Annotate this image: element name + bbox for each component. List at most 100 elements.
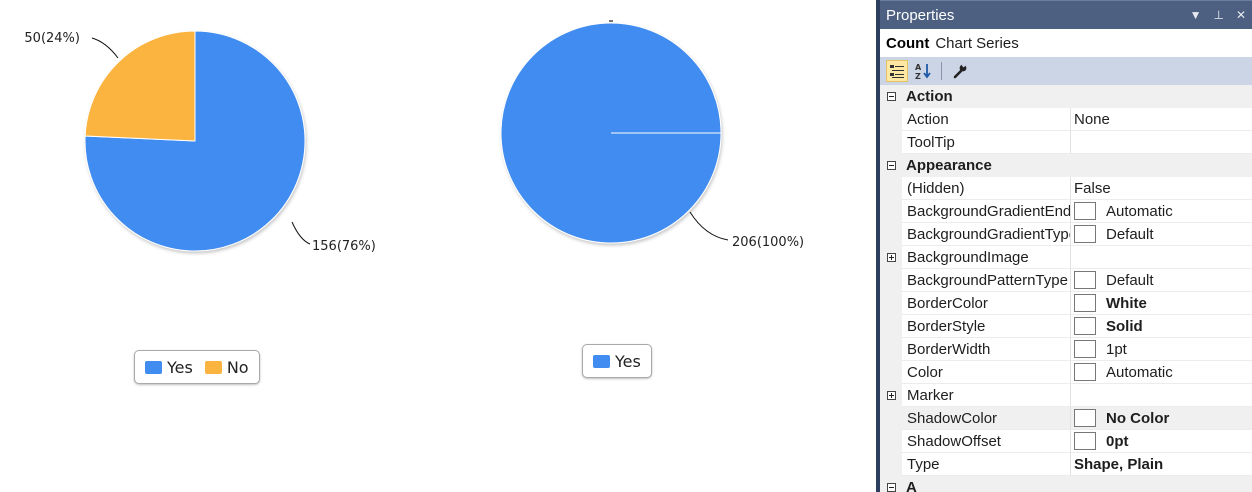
property-row[interactable]: BackgroundPatternType Default bbox=[880, 269, 1252, 292]
color-swatch bbox=[1074, 202, 1096, 220]
color-swatch bbox=[1074, 271, 1096, 289]
expand-icon[interactable] bbox=[886, 253, 896, 262]
legend-item: Yes bbox=[593, 352, 641, 371]
pie-1 bbox=[84, 30, 306, 252]
collapse-icon[interactable] bbox=[886, 92, 896, 101]
property-value[interactable]: Default bbox=[1071, 223, 1252, 246]
properties-toolbar: A Z bbox=[880, 57, 1252, 85]
property-value[interactable]: No Color bbox=[1071, 407, 1252, 430]
property-row[interactable]: (Hidden) False bbox=[880, 177, 1252, 200]
property-value[interactable]: 1pt bbox=[1071, 338, 1252, 361]
legend-chart-1: Yes No bbox=[134, 350, 260, 384]
gutter bbox=[880, 154, 902, 177]
gutter bbox=[880, 361, 902, 384]
legend-label: Yes bbox=[167, 357, 193, 377]
property-value[interactable]: None bbox=[1071, 108, 1252, 131]
property-row[interactable]: Color Automatic bbox=[880, 361, 1252, 384]
legend-swatch bbox=[593, 354, 610, 368]
object-type: Chart Series bbox=[935, 34, 1019, 52]
property-value[interactable]: Solid bbox=[1071, 315, 1252, 338]
property-row[interactable]: ShadowColor No Color bbox=[880, 407, 1252, 430]
property-value[interactable]: White bbox=[1071, 292, 1252, 315]
color-swatch bbox=[1074, 363, 1096, 381]
property-row[interactable]: BorderColor White bbox=[880, 292, 1252, 315]
pie-top-marker bbox=[609, 20, 613, 22]
property-value-text: 0pt bbox=[1106, 432, 1129, 450]
property-name: BackgroundGradientEndColor bbox=[902, 200, 1071, 223]
gutter bbox=[880, 131, 902, 154]
properties-title: Properties bbox=[886, 6, 955, 24]
property-name: ShadowOffset bbox=[902, 430, 1071, 453]
gutter bbox=[880, 108, 902, 131]
wrench-icon bbox=[953, 63, 967, 79]
color-swatch bbox=[1074, 432, 1096, 450]
color-swatch bbox=[1074, 294, 1096, 312]
legend-item: No bbox=[204, 357, 249, 377]
gutter bbox=[880, 338, 902, 361]
property-name: (Hidden) bbox=[902, 177, 1071, 200]
property-name: Color bbox=[902, 361, 1071, 384]
property-name: ShadowColor bbox=[902, 407, 1071, 430]
color-swatch bbox=[1074, 317, 1096, 335]
property-row[interactable]: ToolTip bbox=[880, 131, 1252, 154]
property-value[interactable]: Automatic bbox=[1071, 361, 1252, 384]
property-value[interactable] bbox=[1071, 131, 1252, 154]
pie-slice-no[interactable] bbox=[84, 30, 196, 142]
property-value[interactable]: Automatic bbox=[1071, 200, 1252, 223]
pie-charts: 156(76%) 50(24%) 206(100%) bbox=[24, 20, 804, 254]
property-row[interactable]: BackgroundGradientType Default bbox=[880, 223, 1252, 246]
property-value[interactable] bbox=[1071, 246, 1252, 269]
legend-swatch bbox=[204, 360, 222, 374]
category-row[interactable]: A bbox=[880, 476, 1252, 492]
property-pages-button[interactable] bbox=[949, 60, 971, 82]
category-row[interactable]: Appearance bbox=[880, 154, 1252, 177]
pie-2 bbox=[500, 22, 722, 244]
property-value[interactable]: False bbox=[1071, 177, 1252, 200]
property-value[interactable]: Default bbox=[1071, 269, 1252, 292]
legend-swatch bbox=[145, 360, 162, 374]
data-label: 50(24%) bbox=[24, 31, 80, 46]
color-swatch bbox=[1074, 340, 1096, 358]
property-name: BackgroundPatternType bbox=[902, 269, 1071, 292]
pin-icon[interactable]: ⊥ bbox=[1213, 8, 1223, 22]
legend-label: No bbox=[226, 357, 249, 377]
property-value-text: Default bbox=[1106, 225, 1154, 243]
property-value[interactable] bbox=[1071, 384, 1252, 407]
dropdown-icon[interactable]: ▼ bbox=[1190, 8, 1202, 22]
close-icon[interactable]: ✕ bbox=[1236, 8, 1246, 22]
property-value[interactable]: Shape, Plain bbox=[1071, 453, 1252, 476]
leader-line bbox=[91, 37, 119, 59]
leader-line bbox=[689, 211, 729, 241]
legend-chart-2: Yes bbox=[582, 344, 652, 378]
gutter bbox=[880, 430, 902, 453]
chart-canvas: 156(76%) 50(24%) 206(100%) Yes No Yes bbox=[0, 0, 876, 492]
property-row[interactable]: Action None bbox=[880, 108, 1252, 131]
categorized-button[interactable] bbox=[886, 60, 908, 82]
alphabetical-button[interactable]: A Z bbox=[912, 60, 934, 82]
category-row[interactable]: Action bbox=[880, 85, 1252, 108]
property-value-text: Default bbox=[1106, 271, 1154, 289]
property-row[interactable]: Marker bbox=[880, 384, 1252, 407]
properties-panel: Properties ▼ ⊥ ✕ Count Chart Series A Z bbox=[876, 0, 1252, 492]
property-name: BorderColor bbox=[902, 292, 1071, 315]
property-row[interactable]: ShadowOffset 0pt bbox=[880, 430, 1252, 453]
properties-titlebar: Properties ▼ ⊥ ✕ bbox=[880, 0, 1252, 29]
gutter bbox=[880, 453, 902, 476]
gutter bbox=[880, 177, 902, 200]
property-value-text: Automatic bbox=[1106, 363, 1173, 381]
selected-object[interactable]: Count Chart Series bbox=[880, 29, 1252, 57]
property-value[interactable]: 0pt bbox=[1071, 430, 1252, 453]
expand-icon[interactable] bbox=[886, 391, 896, 400]
gutter bbox=[880, 246, 902, 269]
property-value-text: No Color bbox=[1106, 409, 1170, 427]
property-row[interactable]: BackgroundGradientEndColor Automatic bbox=[880, 200, 1252, 223]
property-grid: Action Action None ToolTip Appearance (Hidden… bbox=[880, 85, 1252, 492]
property-row[interactable]: Type Shape, Plain bbox=[880, 453, 1252, 476]
collapse-icon[interactable] bbox=[886, 483, 896, 492]
property-name: BorderWidth bbox=[902, 338, 1071, 361]
property-row[interactable]: BorderWidth 1pt bbox=[880, 338, 1252, 361]
gutter bbox=[880, 407, 902, 430]
property-row[interactable]: BorderStyle Solid bbox=[880, 315, 1252, 338]
property-row[interactable]: BackgroundImage bbox=[880, 246, 1252, 269]
collapse-icon[interactable] bbox=[886, 161, 896, 170]
